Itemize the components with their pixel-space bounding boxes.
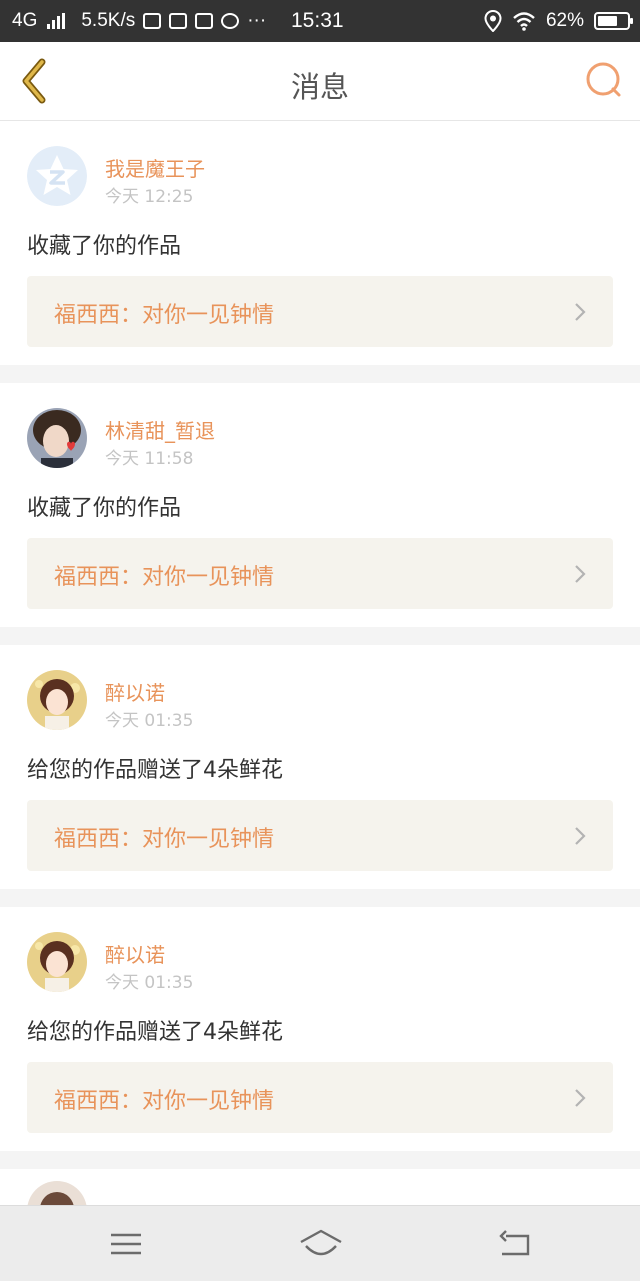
work-link[interactable]: 福西西：对你一见钟情 bbox=[27, 538, 613, 609]
search-button[interactable] bbox=[582, 58, 626, 102]
chevron-right-icon bbox=[575, 1089, 586, 1107]
qq-zone-star-icon bbox=[27, 146, 87, 206]
status-bar: 4G 5.5K/s ··· 15:31 62% bbox=[0, 0, 640, 42]
clock: 15:31 bbox=[291, 9, 344, 32]
work-link[interactable]: 福西西：对你一见钟情 bbox=[27, 276, 613, 347]
message-item: 林清甜_暂退 今天 11:58 收藏了你的作品 福西西：对你一见钟情 bbox=[0, 383, 640, 627]
chevron-right-icon bbox=[575, 303, 586, 321]
signal-icon bbox=[47, 13, 66, 29]
work-title: 福西西：对你一见钟情 bbox=[54, 827, 275, 852]
sender-name[interactable]: 醉以诺 bbox=[105, 939, 165, 968]
menu-button[interactable] bbox=[106, 1226, 146, 1262]
message-time: 今天 11:58 bbox=[105, 449, 194, 469]
message-item: 我是魔王子 今天 12:25 收藏了你的作品 福西西：对你一见钟情 bbox=[0, 121, 640, 365]
system-nav-bar bbox=[0, 1205, 640, 1281]
battery-percent: 62% bbox=[545, 10, 584, 31]
home-icon bbox=[300, 1229, 342, 1256]
chevron-right-icon bbox=[575, 827, 586, 845]
work-title: 福西西：对你一见钟情 bbox=[54, 1089, 275, 1114]
app-icon bbox=[169, 13, 188, 29]
work-link[interactable]: 福西西：对你一见钟情 bbox=[27, 800, 613, 871]
sender-name[interactable]: 醉以诺 bbox=[105, 677, 165, 706]
message-text: 收藏了你的作品 bbox=[27, 496, 182, 521]
avatar[interactable] bbox=[27, 670, 87, 730]
sender-name[interactable]: 林清甜_暂退 bbox=[105, 415, 215, 444]
message-text: 给您的作品赠送了4朵鲜花 bbox=[27, 758, 283, 783]
network-type: 4G bbox=[12, 10, 38, 31]
message-text: 收藏了你的作品 bbox=[27, 234, 182, 259]
message-item: 醉以诺 今天 01:35 给您的作品赠送了4朵鲜花 福西西：对你一见钟情 bbox=[0, 645, 640, 889]
sender-name[interactable]: 我是魔王子 bbox=[105, 153, 205, 182]
home-button[interactable] bbox=[298, 1226, 344, 1262]
work-link[interactable]: 福西西：对你一见钟情 bbox=[27, 1062, 613, 1133]
avatar[interactable] bbox=[27, 408, 87, 468]
user-photo-icon bbox=[27, 408, 87, 468]
battery-icon bbox=[594, 12, 633, 30]
menu-icon bbox=[111, 1233, 141, 1255]
user-photo-icon bbox=[27, 932, 87, 992]
wifi-icon bbox=[513, 12, 535, 31]
search-icon bbox=[586, 62, 621, 97]
network-speed: 5.5K/s bbox=[81, 10, 136, 31]
return-icon bbox=[499, 1230, 530, 1256]
header: 消息 bbox=[0, 42, 640, 121]
user-photo-icon bbox=[27, 670, 87, 730]
work-title: 福西西：对你一见钟情 bbox=[54, 303, 275, 328]
avatar[interactable] bbox=[27, 932, 87, 992]
avatar[interactable] bbox=[27, 1181, 87, 1205]
message-time: 今天 01:35 bbox=[105, 711, 194, 731]
storage-icon bbox=[195, 13, 214, 29]
more-notifications-icon: ··· bbox=[247, 10, 267, 31]
location-icon bbox=[484, 10, 502, 32]
message-time: 今天 12:25 bbox=[105, 187, 194, 207]
message-text: 给您的作品赠送了4朵鲜花 bbox=[27, 1020, 283, 1045]
back-system-button[interactable] bbox=[496, 1226, 536, 1262]
message-item-partial bbox=[0, 1169, 640, 1205]
hand-icon bbox=[221, 13, 240, 29]
chevron-right-icon bbox=[575, 565, 586, 583]
message-time: 今天 01:35 bbox=[105, 973, 194, 993]
video-icon bbox=[143, 13, 162, 29]
message-item: 醉以诺 今天 01:35 给您的作品赠送了4朵鲜花 福西西：对你一见钟情 bbox=[0, 907, 640, 1151]
user-photo-icon bbox=[27, 1181, 87, 1205]
page-title: 消息 bbox=[290, 70, 349, 104]
work-title: 福西西：对你一见钟情 bbox=[54, 565, 275, 590]
avatar[interactable] bbox=[27, 146, 87, 206]
message-list: 我是魔王子 今天 12:25 收藏了你的作品 福西西：对你一见钟情 林清甜_暂退… bbox=[0, 121, 640, 1205]
